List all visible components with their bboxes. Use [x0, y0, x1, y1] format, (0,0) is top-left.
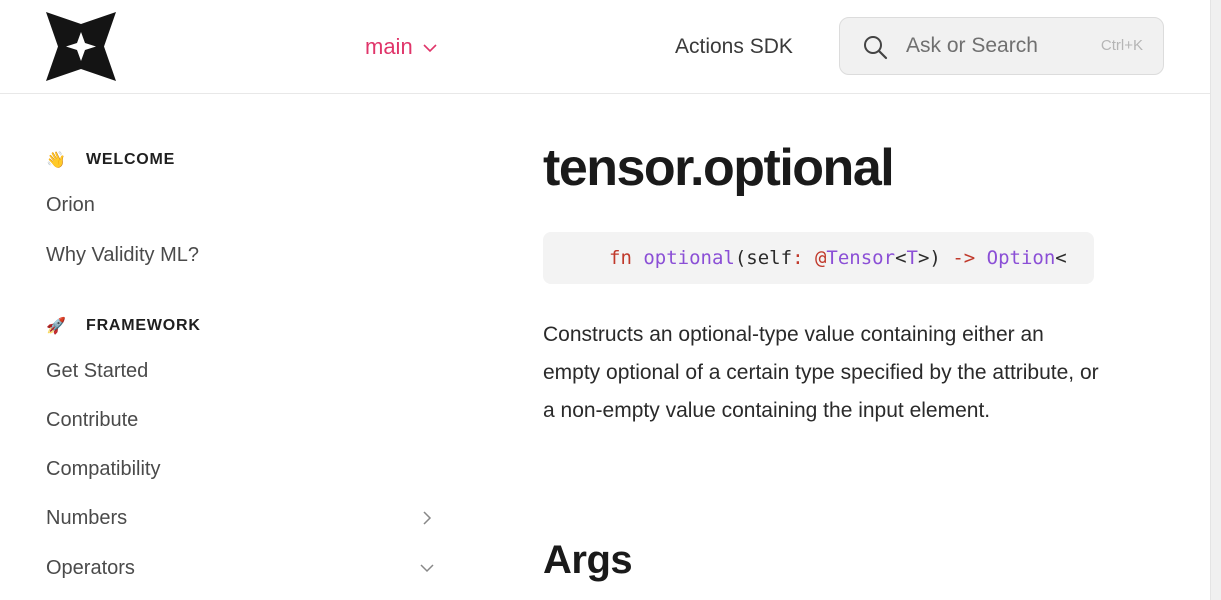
code-token-close: >) [917, 247, 941, 269]
code-token-arrow: -> [952, 247, 976, 269]
sidebar-item-operators[interactable]: Operators [46, 551, 442, 585]
site-logo[interactable] [46, 12, 116, 81]
code-token-function: optional [643, 247, 735, 269]
version-dropdown[interactable]: main [365, 31, 437, 63]
sidebar-item-label: Contribute [46, 408, 139, 431]
code-token-at: @ [814, 247, 827, 269]
search-box[interactable]: Ctrl+K [839, 17, 1164, 75]
sidebar-item-label: Operators [46, 556, 135, 579]
actions-sdk-link[interactable]: Actions SDK [675, 31, 793, 63]
sidebar-item-numbers[interactable]: Numbers [46, 501, 442, 535]
top-header: main Actions SDK Ctrl+K [0, 0, 1210, 94]
section-label: FRAMEWORK [86, 317, 201, 334]
code-token-type: Tensor [826, 247, 896, 269]
sidebar-item-label: Orion [46, 193, 95, 216]
sidebar-item-label: Get Started [46, 359, 149, 382]
search-input[interactable] [906, 28, 1076, 64]
version-label: main [365, 34, 413, 59]
search-shortcut: Ctrl+K [1100, 37, 1143, 54]
chevron-down-icon[interactable] [420, 561, 434, 575]
code-token-lt: < [895, 247, 907, 269]
code-signature: fn optional(self: @Tensor<T>) -> Option< [543, 232, 1094, 284]
chevron-down-icon [423, 43, 437, 52]
section-title-welcome: 👋 WELCOME [46, 150, 175, 170]
function-description: Constructs an optional-type value contai… [543, 323, 1099, 422]
sidebar-item-label: Why Validity ML? [46, 243, 200, 266]
page-scrollbar[interactable] [1210, 0, 1221, 600]
section-title-framework: 🚀 FRAMEWORK [46, 316, 201, 336]
code-token-return-type: Option [986, 247, 1056, 269]
rocket-icon: 🚀 [46, 318, 67, 335]
sidebar-item-contribute[interactable]: Contribute [46, 403, 442, 437]
section-label: WELCOME [86, 151, 176, 168]
sidebar-item-label: Compatibility [46, 457, 161, 480]
logo-icon [46, 12, 116, 81]
args-heading: Args [543, 538, 633, 582]
code-token-return-lt: < [1055, 247, 1067, 269]
sidebar-item-why-validity-ml[interactable]: Why Validity ML? [46, 238, 442, 272]
search-icon [864, 36, 888, 60]
sidebar-item-orion[interactable]: Orion [46, 188, 442, 222]
sidebar: 👋 WELCOME Orion Why Validity ML? 🚀 FRAME… [0, 94, 470, 600]
chevron-right-icon[interactable] [420, 511, 434, 525]
waving-hand-icon: 👋 [46, 152, 67, 169]
code-token-keyword: fn [609, 247, 632, 269]
sidebar-item-get-started[interactable]: Get Started [46, 354, 442, 388]
sidebar-item-label: Numbers [46, 506, 128, 529]
sidebar-item-compatibility[interactable]: Compatibility [46, 452, 442, 486]
code-token-params: (self [734, 247, 793, 269]
code-token-generic: T [906, 247, 918, 269]
page-title: tensor.optional [543, 139, 895, 197]
code-token-colon: : [792, 247, 804, 269]
